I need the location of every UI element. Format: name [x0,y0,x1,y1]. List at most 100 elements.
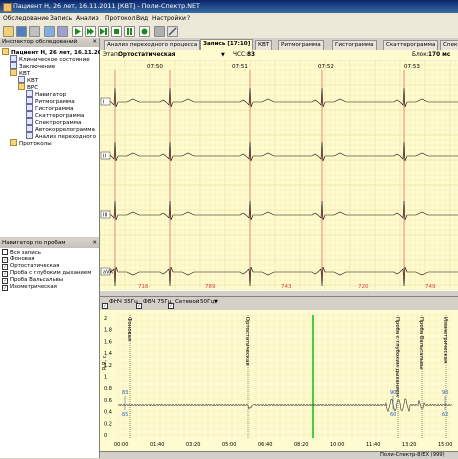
inspector-title: Инспектор обследований [2,39,78,45]
record-icon[interactable] [139,26,150,37]
play-icon[interactable] [72,26,83,37]
close-icon[interactable]: ✕ [92,38,97,47]
tree-item-protocols[interactable]: Протоколы [10,139,52,148]
x-tick-label: 15:00 [438,442,452,448]
ecg-time-label: 07:51 [232,64,248,70]
fast-forward-icon[interactable] [85,26,96,37]
block-value: 170 мс [428,52,451,58]
annotation-top: 90 [390,390,396,396]
hr-value: 83 [247,52,256,58]
filter-bar: ✓ ФНЧ 35Гц ✓ ФВЧ 75Гц ✓ Сетевой 50Гц ▼ [100,297,458,309]
menu-view[interactable]: Вид [136,13,148,24]
x-tick-label: 03:20 [186,442,200,448]
tab-spectrogram[interactable]: Спектрограмма [440,40,458,50]
x-tick-label: 00:00 [114,442,128,448]
y-tick-label: 0.6 [104,398,112,404]
toolbar [0,24,458,39]
chart-icon [26,97,33,104]
tab-kvt[interactable]: КВТ [255,40,273,50]
y-tick-label: 1 [104,375,107,381]
lead-label: I [103,100,104,106]
settings-icon[interactable] [57,26,68,37]
stage-marker-label: Ортостатическая [244,317,250,366]
navigator-item-valsalva[interactable]: ✓ Проба Вальсальвы [2,277,63,284]
splitter[interactable] [100,290,458,297]
x-tick-label: 11:40 [366,442,380,448]
menu-help[interactable]: ? [187,13,190,24]
chart-icon [26,90,33,97]
print-icon[interactable] [29,26,40,37]
chart-icon [26,132,33,139]
tab-transition-analysis[interactable]: Анализ переходного процесса [104,40,201,50]
stage-marker-label: Фоновая [126,317,132,341]
chevron-down-icon[interactable]: ▼ [214,297,218,308]
x-tick-label: 10:00 [330,442,344,448]
left-panel: Инспектор обследований ✕ Пациент Н, 26 л… [0,38,109,458]
y-tick-label: 2 [104,316,107,322]
stop-icon[interactable] [111,26,122,37]
x-tick-label: 01:40 [150,442,164,448]
y-tick-label: 0.2 [104,421,112,427]
open-icon[interactable] [3,26,14,37]
navigator-item-deep-breathing[interactable]: ✓ Проба с глубоким дыханием [2,270,91,277]
checkbox-checked[interactable]: ✓ [2,285,8,291]
close-icon[interactable]: ✕ [92,239,97,248]
ecg-time-label: 07:53 [404,64,420,70]
annotation-top: 83 [122,390,128,396]
ecg-chart[interactable]: 07:50 07:51 07:52 07:53IIIIIIaVR716 789 743 72… [100,60,458,290]
chart-icon [26,111,33,118]
menu-settings[interactable]: Настройки [152,13,186,24]
net-value[interactable]: 50Гц [200,297,214,308]
menu-record[interactable]: Запись [50,13,72,24]
x-tick-label: 05:00 [222,442,236,448]
wrench-icon[interactable] [167,26,178,37]
annotation-bottom: 62 [442,412,448,418]
y-tick-label: 1.6 [104,339,112,345]
menu-protocol[interactable]: Протокол [105,13,135,24]
document-icon [10,55,17,62]
document-icon [10,62,17,69]
block-label: Блок: [412,52,429,58]
window-title: Пациент Н, 26 лет, 16.11.2011 [КВТ] - По… [13,2,200,10]
inspector-tree: Пациент Н, 26 лет, 16.11.2011 Клиническо… [0,47,109,237]
chart-icon [26,104,33,111]
ecg-time-label: 07:50 [147,64,163,70]
y-tick-label: 0.4 [104,410,112,416]
annotation-bottom: 65 [122,412,128,418]
navigator-item-orthostatic[interactable]: ✓ Ортостатическая [2,263,59,270]
save-icon[interactable] [16,26,27,37]
y-tick-label: 1.8 [104,328,112,334]
search-icon[interactable] [44,26,55,37]
checkbox[interactable] [2,249,8,255]
ecg-time-label: 07:52 [318,64,334,70]
navigator-title: Навигатор по пробам [2,240,66,246]
stage-value[interactable]: Ортостатическая [118,50,175,60]
tab-scattergram[interactable]: Скаттерограмма [383,40,439,50]
x-tick-label: 08:20 [294,442,308,448]
ecg-info-bar: Этап: Ортостатическая ▼ ЧСС: 83 Блок: 17… [100,50,458,60]
annotation-top: 90 [442,390,448,396]
skip-forward-icon[interactable] [98,26,109,37]
fhch-label: ФНЧ 35Гц [109,299,138,305]
menu-examination[interactable]: Обследование [3,13,49,24]
y-tick-label: 0 [104,433,107,439]
title-bar: Пациент Н, 26 лет, 16.11.2011 [КВТ] - По… [0,0,458,13]
pause-icon[interactable] [124,26,135,37]
menu-analysis[interactable]: Анализ [76,13,99,24]
hr-label: ЧСС: [233,52,248,58]
folder-icon [18,83,25,90]
rr-trend-chart[interactable]: 21.81.61.41.210.80.60.40.20R-R, с00:00 01… [100,310,458,451]
stage-marker-label: Проба Вальсальвы [418,317,424,369]
dropdown-arrow-icon[interactable]: ▼ [221,50,225,60]
chart-icon [26,118,33,125]
lead-label: II [103,154,106,160]
tab-rhythmogram[interactable]: Ритмограмма [278,40,324,50]
tab-histogram[interactable]: Гистограмма [332,40,377,50]
navigator-item-isometric[interactable]: ✓ Изометрическая [2,284,57,291]
folder-icon [10,139,17,146]
navigator-item-background[interactable]: ✓ Фоновая [2,256,34,263]
stage-marker-label: Проба с глубоким дыханием [394,317,400,397]
patient-icon [2,48,9,55]
camera-icon[interactable] [154,26,165,37]
y-axis-label: R-R, с [102,355,108,370]
